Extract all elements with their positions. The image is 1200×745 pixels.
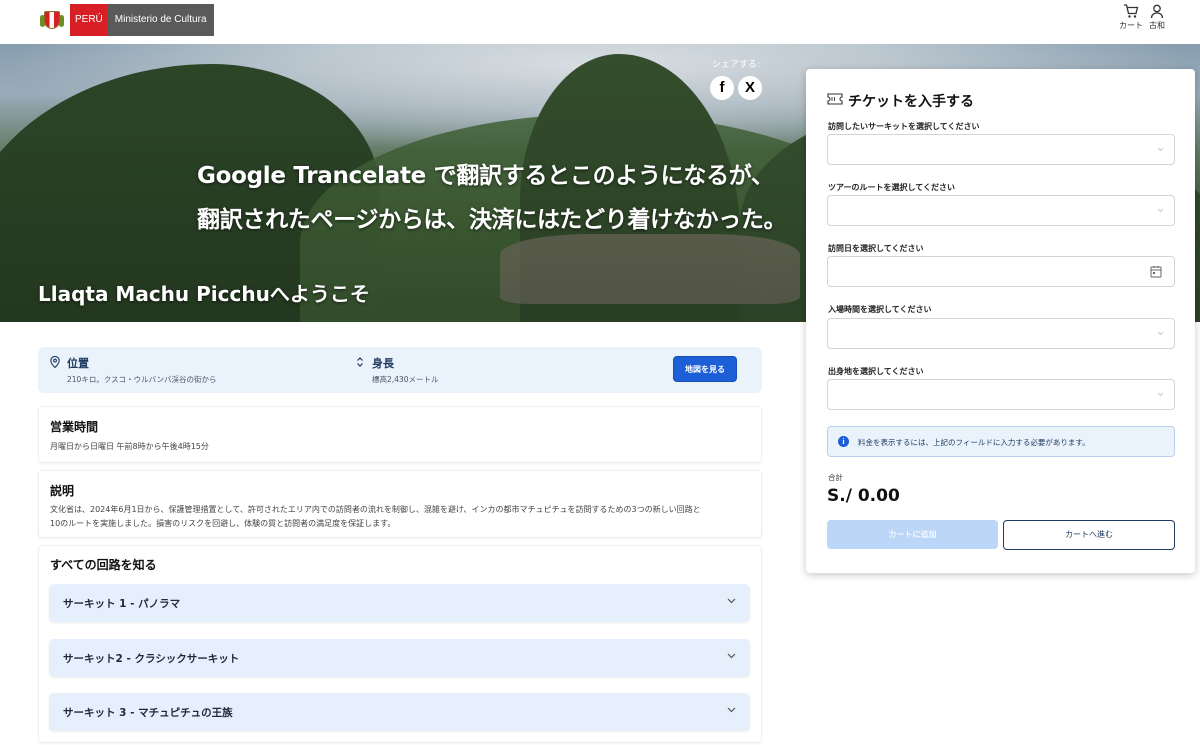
location-pin-icon (50, 356, 60, 368)
route-select[interactable] (827, 195, 1175, 226)
location-info: 位置 210キロ。クスコ・ウルバンバ渓谷の街から (67, 355, 216, 385)
user-icon (1150, 4, 1164, 19)
calendar-icon[interactable] (1150, 265, 1162, 278)
origin-select[interactable] (827, 379, 1175, 410)
cart-label: カート (1119, 21, 1143, 30)
ministry-logo[interactable]: PERÚ Ministerio de Cultura (40, 4, 214, 36)
height-info: 身長 標高2,430メートル (372, 355, 438, 385)
description-text-line2: 10のルートを実施しました。損害のリスクを回避し、体験の質と訪問者の満足度を保証… (50, 519, 396, 528)
hours-card: 営業時間 月曜日から日曜日 午前8時から午後4時15分 (38, 406, 762, 463)
logo-ministry: Ministerio de Cultura (107, 4, 214, 36)
chevron-down-icon (1157, 331, 1164, 336)
circuit-item-3[interactable]: サーキット 3 - マチュピチュの王族 (49, 693, 750, 731)
hours-text: 月曜日から日曜日 午前8時から午後4時15分 (50, 442, 209, 451)
height-icon (357, 357, 363, 367)
ticket-icon (827, 93, 843, 105)
hero-caption-line1: Google Trancelate で翻訳するとこのようになるが、 (197, 163, 774, 189)
date-select-label: 訪問日を選択してください (828, 244, 924, 253)
circuit-label: サーキット2 - クラシックサーキット (63, 653, 240, 665)
share-label: シェアする: (712, 60, 761, 70)
hero-title: Llaqta Machu Picchuへようこそ (38, 282, 370, 306)
add-to-cart-button[interactable]: カートに追加 (827, 520, 998, 549)
circuit-label: サーキット 3 - マチュピチュの王族 (63, 707, 233, 719)
chevron-down-icon (1157, 208, 1164, 213)
origin-select-label: 出身地を選択してください (828, 367, 924, 376)
info-icon: i (838, 436, 849, 447)
chevron-down-icon (727, 598, 736, 604)
circuit-item-1[interactable]: サーキット 1 - パノラマ (49, 584, 750, 622)
price-notice: i 料金を表示するには、上記のフィールドに入力する必要があります。 (827, 426, 1175, 457)
location-title: 位置 (67, 357, 89, 370)
peru-crest-icon (40, 7, 64, 33)
circuit-item-2[interactable]: サーキット2 - クラシックサーキット (49, 639, 750, 677)
circuit-label: サーキット 1 - パノラマ (63, 598, 181, 610)
account-label: 古和 (1149, 21, 1165, 30)
date-picker[interactable] (827, 256, 1175, 287)
account-button[interactable]: 古和 (1142, 4, 1172, 31)
circuit-select-label: 訪問したいサーキットを選択してください (828, 122, 980, 131)
total-label: 合計 (828, 473, 843, 482)
notice-text: 料金を表示するには、上記のフィールドに入力する必要があります。 (858, 438, 1090, 447)
total-value: S./ 0.00 (827, 486, 900, 506)
time-select[interactable] (827, 318, 1175, 349)
hours-heading: 営業時間 (50, 420, 99, 434)
facebook-icon[interactable]: f (710, 76, 734, 100)
chevron-down-icon (727, 653, 736, 659)
cart-icon (1124, 4, 1139, 18)
hero-caption-line2: 翻訳されたページからは、決済にはたどり着けなかった。 (197, 207, 787, 233)
info-bar: 位置 210キロ。クスコ・ウルバンバ渓谷の街から 身長 標高2,430メートル … (38, 347, 762, 393)
x-icon[interactable]: X (738, 76, 762, 100)
height-title: 身長 (372, 357, 394, 370)
chevron-down-icon (1157, 147, 1164, 152)
ticket-panel: チケットを入手する 訪問したいサーキットを選択してください ツアーのルートを選択… (806, 69, 1195, 573)
ticket-title: チケットを入手する (848, 94, 974, 110)
logo-country: PERÚ (70, 4, 108, 36)
description-card: 説明 文化省は、2024年6月1日から、保護管理措置として、許可されたエリア内で… (38, 470, 762, 538)
go-to-cart-button[interactable]: カートへ進む (1003, 520, 1175, 550)
top-header: PERÚ Ministerio de Cultura カート 古和 (0, 0, 1200, 44)
location-subtitle: 210キロ。クスコ・ウルバンバ渓谷の街から (67, 375, 217, 384)
description-heading: 説明 (50, 484, 75, 498)
hero-caption: Google Trancelate で翻訳するとこのようになるが、 翻訳されたペ… (197, 154, 787, 242)
chevron-down-icon (1157, 392, 1164, 397)
view-map-button[interactable]: 地図を見る (673, 356, 737, 382)
height-subtitle: 標高2,430メートル (372, 375, 439, 384)
route-select-label: ツアーのルートを選択してください (828, 183, 956, 192)
chevron-down-icon (727, 707, 736, 713)
description-text-line1: 文化省は、2024年6月1日から、保護管理措置として、許可されたエリア内での訪問… (50, 505, 701, 514)
circuit-select[interactable] (827, 134, 1175, 165)
time-select-label: 入場時間を選択してください (828, 305, 932, 314)
circuits-heading: すべての回路を知る (50, 558, 157, 572)
